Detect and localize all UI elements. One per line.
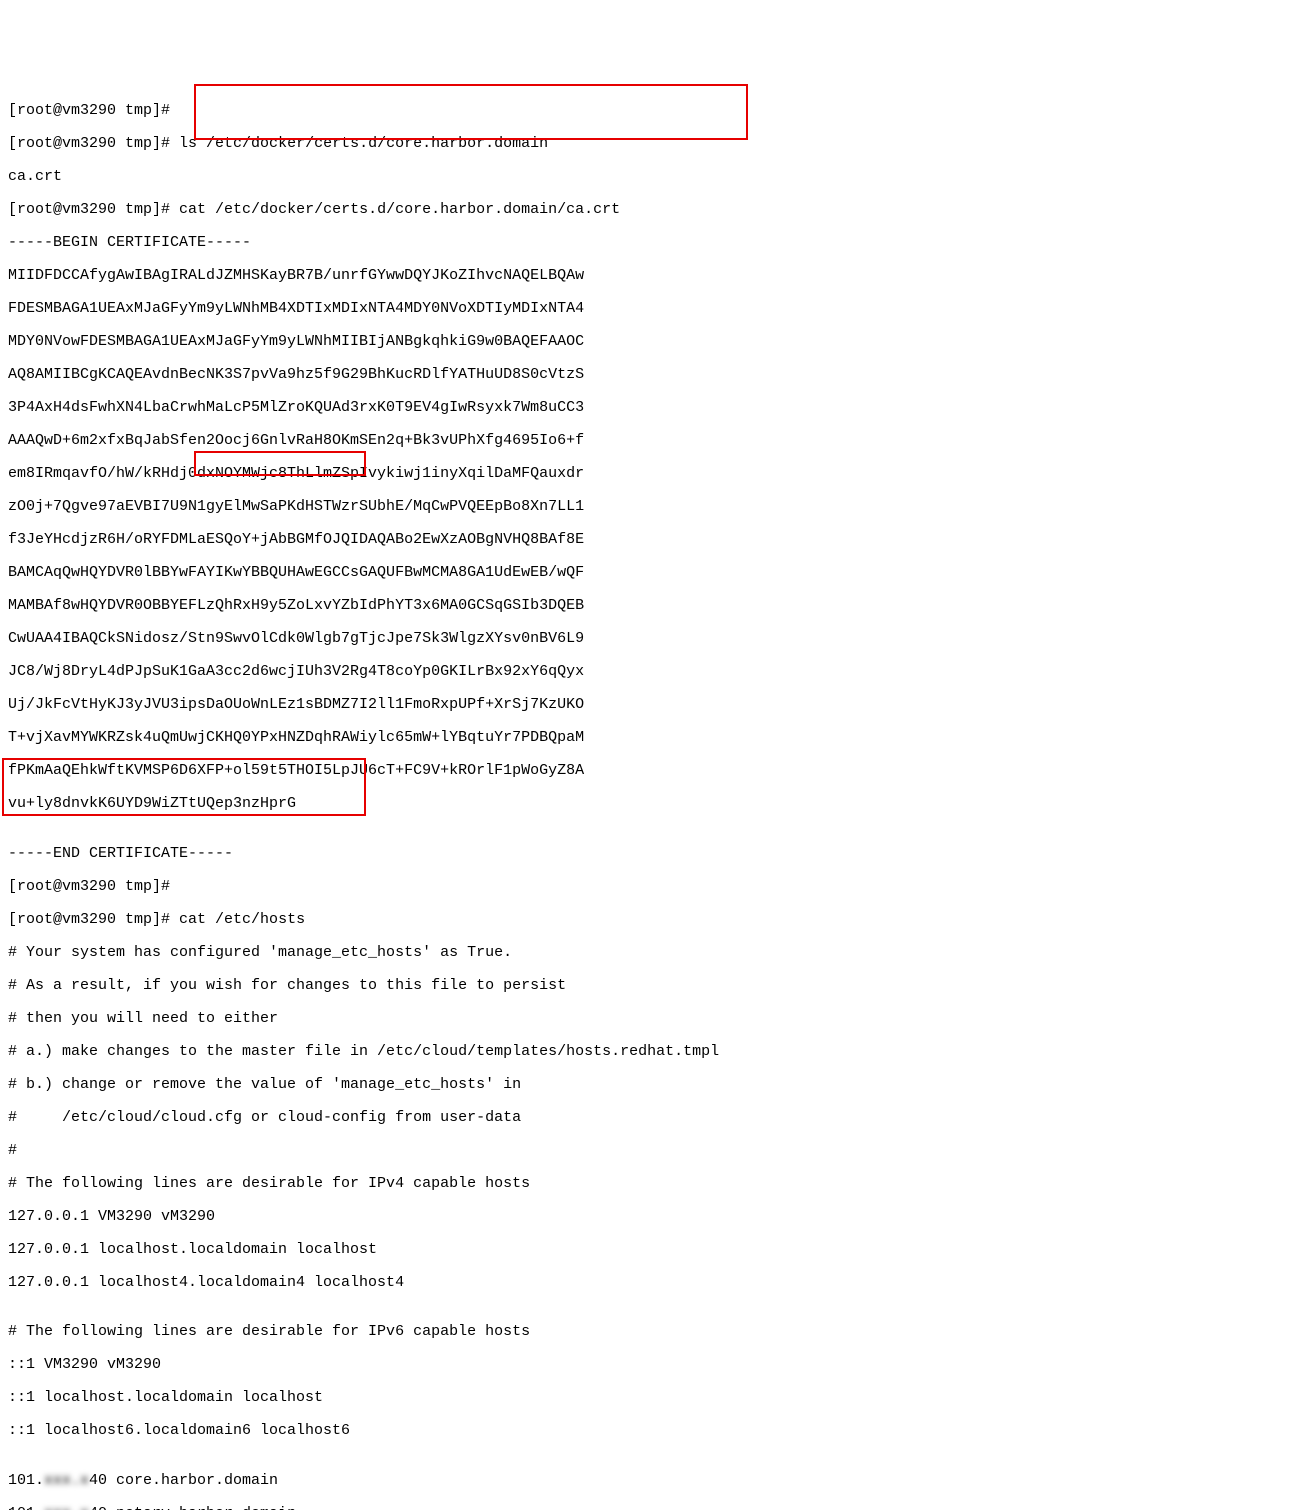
hosts-line: # <box>8 1142 17 1159</box>
hosts-line: # The following lines are desirable for … <box>8 1175 530 1192</box>
cert-line: em8IRmqavfO/hW/kRHdj0dxNOYMWjc8ThLlmZSpI… <box>8 465 584 482</box>
cert-line: fPKmAaQEhkWftKVMSP6D6XFP+ol59t5THOI5LpJU… <box>8 762 584 779</box>
redacted-ip: xxx.x <box>44 1473 89 1490</box>
cert-line: AQ8AMIIBCgKCAQEAvdnBecNK3S7pvVa9hz5f9G29… <box>8 366 584 383</box>
hosts-line: # b.) change or remove the value of 'man… <box>8 1076 521 1093</box>
command-cat-cert: cat /etc/docker/certs.d/core.harbor.doma… <box>179 201 620 218</box>
cert-line: BAMCAqQwHQYDVR0lBBYwFAYIKwYBBQUHAwEGCCsG… <box>8 564 584 581</box>
cert-line: MIIDFDCCAfygAwIBAgIRALdJZMHSKayBR7B/unrf… <box>8 267 584 284</box>
terminal-output[interactable]: [root@vm3290 tmp]# [root@vm3290 tmp]# ls… <box>8 70 1315 1510</box>
cert-line: vu+ly8dnvkK6UYD9WiZTtUQep3nzHprG <box>8 795 296 812</box>
hosts-line: 127.0.0.1 localhost.localdomain localhos… <box>8 1241 377 1258</box>
shell-prompt: [root@vm3290 tmp]# <box>8 102 170 119</box>
hosts-line: # As a result, if you wish for changes t… <box>8 977 566 994</box>
cert-line: MDY0NVowFDESMBAGA1UEAxMJaGFyYm9yLWNhMIIB… <box>8 333 584 350</box>
hosts-line: 127.0.0.1 localhost4.localdomain4 localh… <box>8 1274 404 1291</box>
cert-line: AAAQwD+6m2xfxBqJabSfen2Oocj6GnlvRaH8OKmS… <box>8 432 584 449</box>
cert-begin: -----BEGIN CERTIFICATE----- <box>8 234 251 251</box>
redacted-ip: xxx.x <box>44 1506 89 1510</box>
hosts-line: # The following lines are desirable for … <box>8 1323 530 1340</box>
ip-entry: 101.xxx.x40 notary.harbor.domain <box>8 1505 296 1510</box>
hosts-line: # Your system has configured 'manage_etc… <box>8 944 512 961</box>
cert-line: T+vjXavMYWKRZsk4uQmUwjCKHQ0YPxHNZDqhRAWi… <box>8 729 584 746</box>
hosts-line: ::1 VM3290 vM3290 <box>8 1356 161 1373</box>
shell-prompt: [root@vm3290 tmp]# <box>8 878 170 895</box>
cert-line: Uj/JkFcVtHyKJ3yJVU3ipsDaOUoWnLEz1sBDMZ7I… <box>8 696 584 713</box>
command-ls: ls /etc/docker/certs.d/core.harbor.domai… <box>179 135 548 152</box>
hosts-line: # then you will need to either <box>8 1010 278 1027</box>
cert-line: CwUAA4IBAQCkSNidosz/Stn9SwvOlCdk0Wlgb7gT… <box>8 630 584 647</box>
command-cat-hosts: cat /etc/hosts <box>179 911 305 928</box>
shell-prompt: [root@vm3290 tmp]# <box>8 201 170 218</box>
hosts-line: ::1 localhost6.localdomain6 localhost6 <box>8 1422 350 1439</box>
hosts-line: # a.) make changes to the master file in… <box>8 1043 719 1060</box>
cert-line: 3P4AxH4dsFwhXN4LbaCrwhMaLcP5MlZroKQUAd3r… <box>8 399 584 416</box>
cert-line: zO0j+7Qgve97aEVBI7U9N1gyElMwSaPKdHSTWzrS… <box>8 498 584 515</box>
hosts-line: ::1 localhost.localdomain localhost <box>8 1389 323 1406</box>
cert-line: JC8/Wj8DryL4dPJpSuK1GaA3cc2d6wcjIUh3V2Rg… <box>8 663 584 680</box>
ls-output: ca.crt <box>8 168 62 185</box>
shell-prompt: [root@vm3290 tmp]# <box>8 911 170 928</box>
cert-line: FDESMBAGA1UEAxMJaGFyYm9yLWNhMB4XDTIxMDIx… <box>8 300 584 317</box>
cert-end: -----END CERTIFICATE----- <box>8 845 233 862</box>
hosts-line: 127.0.0.1 VM3290 vM3290 <box>8 1208 215 1225</box>
shell-prompt: [root@vm3290 tmp]# <box>8 135 170 152</box>
cert-line: f3JeYHcdjzR6H/oRYFDMLaESQoY+jAbBGMfOJQID… <box>8 531 584 548</box>
ip-entry: 101.xxx.x40 core.harbor.domain <box>8 1472 278 1489</box>
hosts-line: # /etc/cloud/cloud.cfg or cloud-config f… <box>8 1109 521 1126</box>
cert-line: MAMBAf8wHQYDVR0OBBYEFLzQhRxH9y5ZoLxvYZbI… <box>8 597 584 614</box>
